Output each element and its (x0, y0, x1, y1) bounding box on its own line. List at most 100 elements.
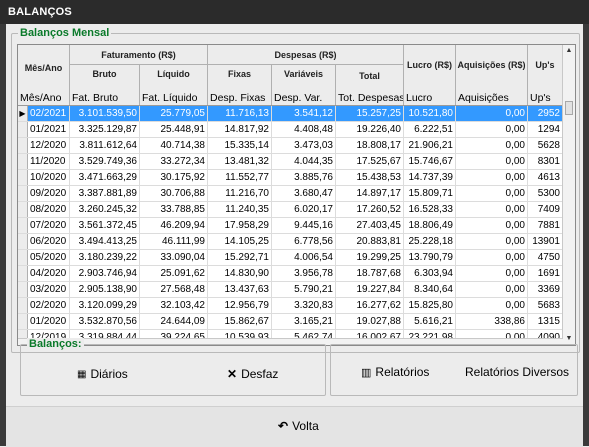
cell-desp-fixas[interactable]: 17.958,29 (208, 218, 272, 233)
cell-fat-liquido[interactable]: 46.111,99 (140, 234, 208, 249)
cell-fat-bruto[interactable]: 3.494.413,25 (70, 234, 140, 249)
table-row[interactable]: 07/2020 3.561.372,45 46.209,94 17.958,29 9.4… (18, 218, 563, 234)
col-header-desp-var[interactable]: Desp. Var. (272, 91, 336, 105)
cell-desp-fixas[interactable]: 14.830,90 (208, 266, 272, 281)
balancos-grid[interactable]: Mês/Ano Faturamento (R$) Bruto Líquido D… (17, 44, 576, 346)
cell-mes[interactable]: 05/2020 (28, 250, 70, 265)
cell-desp-var[interactable]: 9.445,16 (272, 218, 336, 233)
cell-fat-liquido[interactable]: 33.788,85 (140, 202, 208, 217)
cell-desp-fixas[interactable]: 14.817,92 (208, 122, 272, 137)
cell-desp-fixas[interactable]: 12.956,79 (208, 298, 272, 313)
cell-aquisicoes[interactable]: 0,00 (456, 202, 528, 217)
cell-ups[interactable]: 8301 (528, 154, 563, 169)
cell-tot-despesas[interactable]: 17.260,52 (336, 202, 404, 217)
cell-fat-bruto[interactable]: 2.905.138,90 (70, 282, 140, 297)
cell-lucro[interactable]: 16.528,33 (404, 202, 456, 217)
cell-fat-liquido[interactable]: 40.714,38 (140, 138, 208, 153)
cell-desp-var[interactable]: 3.473,03 (272, 138, 336, 153)
cell-fat-liquido[interactable]: 25.448,91 (140, 122, 208, 137)
cell-mes[interactable]: 03/2020 (28, 282, 70, 297)
cell-tot-despesas[interactable]: 15.438,53 (336, 170, 404, 185)
cell-desp-fixas[interactable]: 13.437,63 (208, 282, 272, 297)
cell-tot-despesas[interactable]: 15.257,25 (336, 106, 404, 121)
cell-mes[interactable]: 02/2021 (28, 106, 70, 121)
cell-aquisicoes[interactable]: 0,00 (456, 138, 528, 153)
cell-fat-liquido[interactable]: 30.175,92 (140, 170, 208, 185)
col-header-mes[interactable]: Mês/Ano (18, 91, 70, 105)
cell-mes[interactable]: 07/2020 (28, 218, 70, 233)
cell-mes[interactable]: 08/2020 (28, 202, 70, 217)
cell-desp-var[interactable]: 3.320,83 (272, 298, 336, 313)
col-header-tot-despesas[interactable]: Tot. Despesas (336, 91, 404, 105)
cell-aquisicoes[interactable]: 0,00 (456, 186, 528, 201)
cell-lucro[interactable]: 25.228,18 (404, 234, 456, 249)
cell-fat-bruto[interactable]: 3.260.245,32 (70, 202, 140, 217)
cell-fat-liquido[interactable]: 30.706,88 (140, 186, 208, 201)
cell-fat-liquido[interactable]: 46.209,94 (140, 218, 208, 233)
cell-aquisicoes[interactable]: 0,00 (456, 250, 528, 265)
cell-desp-var[interactable]: 6.778,56 (272, 234, 336, 249)
table-row[interactable]: 04/2020 2.903.746,94 25.091,62 14.830,90 3.9… (18, 266, 563, 282)
cell-ups[interactable]: 4750 (528, 250, 563, 265)
cell-mes[interactable]: 04/2020 (28, 266, 70, 281)
cell-lucro[interactable]: 18.806,49 (404, 218, 456, 233)
cell-ups[interactable]: 5683 (528, 298, 563, 313)
cell-desp-var[interactable]: 4.044,35 (272, 154, 336, 169)
cell-tot-despesas[interactable]: 19.027,88 (336, 314, 404, 329)
col-header-fat-liquido[interactable]: Fat. Líquido (140, 91, 208, 105)
cell-lucro[interactable]: 5.616,21 (404, 314, 456, 329)
cell-desp-var[interactable]: 3.541,12 (272, 106, 336, 121)
table-row[interactable]: 10/2020 3.471.663,29 30.175,92 11.552,77 3.8… (18, 170, 563, 186)
cell-desp-fixas[interactable]: 11.716,13 (208, 106, 272, 121)
cell-ups[interactable]: 2952 (528, 106, 563, 121)
cell-lucro[interactable]: 6.222,51 (404, 122, 456, 137)
relatorios-diversos-button[interactable]: Relatórios Diversos (465, 365, 569, 379)
cell-fat-bruto[interactable]: 3.101.539,50 (70, 106, 140, 121)
cell-tot-despesas[interactable]: 20.883,81 (336, 234, 404, 249)
cell-desp-var[interactable]: 3.680,47 (272, 186, 336, 201)
cell-desp-var[interactable]: 4.408,48 (272, 122, 336, 137)
cell-tot-despesas[interactable]: 17.525,67 (336, 154, 404, 169)
volta-button[interactable]: ↶ Volta (278, 419, 319, 433)
table-row[interactable]: 11/2020 3.529.749,36 33.272,34 13.481,32 4.0… (18, 154, 563, 170)
cell-fat-bruto[interactable]: 3.561.372,45 (70, 218, 140, 233)
cell-lucro[interactable]: 10.521,80 (404, 106, 456, 121)
cell-fat-liquido[interactable]: 25.779,05 (140, 106, 208, 121)
cell-desp-var[interactable]: 4.006,54 (272, 250, 336, 265)
cell-desp-fixas[interactable]: 13.481,32 (208, 154, 272, 169)
cell-ups[interactable]: 5628 (528, 138, 563, 153)
cell-fat-bruto[interactable]: 3.471.663,29 (70, 170, 140, 185)
cell-tot-despesas[interactable]: 19.299,25 (336, 250, 404, 265)
col-header-aquisicoes[interactable]: Aquisições (456, 91, 528, 105)
cell-lucro[interactable]: 14.737,39 (404, 170, 456, 185)
cell-lucro[interactable]: 15.809,71 (404, 186, 456, 201)
table-row[interactable]: 06/2020 3.494.413,25 46.111,99 14.105,25 6.7… (18, 234, 563, 250)
cell-mes[interactable]: 01/2020 (28, 314, 70, 329)
cell-aquisicoes[interactable]: 0,00 (456, 154, 528, 169)
cell-aquisicoes[interactable]: 0,00 (456, 234, 528, 249)
cell-desp-fixas[interactable]: 15.335,14 (208, 138, 272, 153)
grid-vertical-scrollbar[interactable]: ▲ ▼ (562, 45, 575, 345)
cell-lucro[interactable]: 13.790,79 (404, 250, 456, 265)
table-row[interactable]: 02/2020 3.120.099,29 32.103,42 12.956,79 3.3… (18, 298, 563, 314)
cell-fat-liquido[interactable]: 33.272,34 (140, 154, 208, 169)
cell-fat-bruto[interactable]: 3.325.129,87 (70, 122, 140, 137)
table-row[interactable]: 09/2020 3.387.881,89 30.706,88 11.216,70 3.6… (18, 186, 563, 202)
cell-desp-fixas[interactable]: 11.216,70 (208, 186, 272, 201)
cell-fat-bruto[interactable]: 3.529.749,36 (70, 154, 140, 169)
cell-lucro[interactable]: 6.303,94 (404, 266, 456, 281)
cell-tot-despesas[interactable]: 14.897,17 (336, 186, 404, 201)
cell-lucro[interactable]: 8.340,64 (404, 282, 456, 297)
cell-desp-fixas[interactable]: 15.292,71 (208, 250, 272, 265)
cell-mes[interactable]: 11/2020 (28, 154, 70, 169)
cell-desp-var[interactable]: 6.020,17 (272, 202, 336, 217)
cell-ups[interactable]: 1294 (528, 122, 563, 137)
cell-ups[interactable]: 4613 (528, 170, 563, 185)
cell-aquisicoes[interactable]: 0,00 (456, 218, 528, 233)
cell-fat-bruto[interactable]: 3.120.099,29 (70, 298, 140, 313)
cell-ups[interactable]: 5300 (528, 186, 563, 201)
cell-lucro[interactable]: 21.906,21 (404, 138, 456, 153)
col-header-lucro[interactable]: Lucro (404, 91, 456, 105)
cell-aquisicoes[interactable]: 0,00 (456, 170, 528, 185)
cell-tot-despesas[interactable]: 27.403,45 (336, 218, 404, 233)
